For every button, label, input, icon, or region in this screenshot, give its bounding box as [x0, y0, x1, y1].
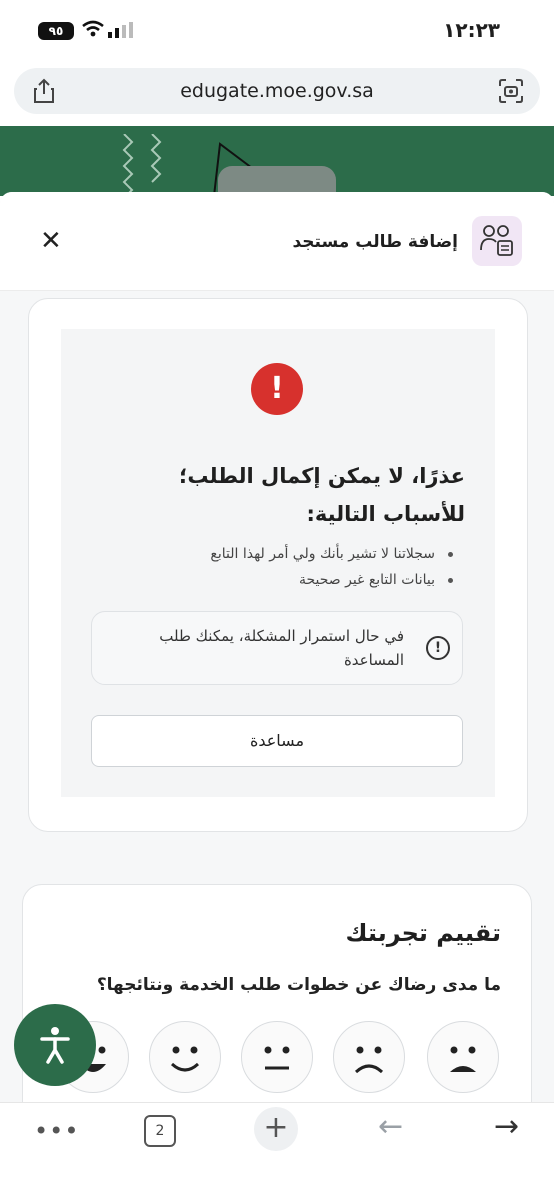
- neutral-face-icon[interactable]: [241, 1021, 313, 1093]
- page-scan-icon[interactable]: [498, 78, 524, 104]
- url-text: edugate.moe.gov.sa: [180, 80, 374, 102]
- browser-toolbar: ••• 2 + ← →: [0, 1102, 554, 1201]
- signal-icon: [108, 22, 133, 38]
- status-bar: ١٢:٢٣ ٩٥: [0, 0, 554, 62]
- battery-icon: ٩٥: [38, 22, 74, 40]
- back-arrow-icon[interactable]: ←: [378, 1109, 403, 1144]
- close-icon[interactable]: ✕: [40, 228, 62, 254]
- sheet-header: ✕ إضافة طالب مستجد: [0, 192, 554, 291]
- very-sad-face-icon[interactable]: [427, 1021, 499, 1093]
- help-note-text: في حال استمرار المشكلة، يمكنك طلب المساع…: [159, 627, 404, 669]
- sad-face-icon[interactable]: [333, 1021, 405, 1093]
- wifi-icon: [82, 20, 104, 37]
- error-panel: ! عذرًا، لا يمكن إكمال الطلب؛ للأسباب ال…: [61, 329, 495, 797]
- rating-question: ما مدى رضاك عن خطوات طلب الخدمة ونتائجها…: [96, 975, 501, 995]
- error-reason-item: سجلاتنا لا تشير بأنك ولي أمر لهذا التابع: [97, 541, 457, 567]
- error-card: ! عذرًا، لا يمكن إكمال الطلب؛ للأسباب ال…: [28, 298, 528, 832]
- forward-arrow-icon[interactable]: →: [494, 1109, 519, 1144]
- error-title: عذرًا، لا يمكن إكمال الطلب؛ للأسباب التا…: [178, 464, 465, 526]
- accessibility-icon: [40, 1027, 70, 1064]
- info-icon: !: [426, 636, 450, 660]
- add-student-icon: [472, 216, 522, 266]
- help-button[interactable]: مساعدة: [91, 715, 463, 767]
- error-reasons-list: سجلاتنا لا تشير بأنك ولي أمر لهذا التابع…: [97, 541, 457, 593]
- page-banner: [0, 126, 554, 196]
- tabs-button[interactable]: 2: [144, 1115, 176, 1147]
- error-alert-icon: !: [251, 363, 303, 415]
- accessibility-button[interactable]: [14, 1004, 96, 1086]
- rating-title: تقييم تجربتك: [345, 919, 501, 947]
- more-options-icon[interactable]: •••: [34, 1117, 79, 1145]
- help-note: في حال استمرار المشكلة، يمكنك طلب المساع…: [91, 611, 463, 685]
- status-time: ١٢:٢٣: [443, 18, 500, 42]
- bottom-sheet: ✕ إضافة طالب مستجد ! عذرًا، لا يمكن إكما…: [0, 192, 554, 1186]
- happy-face-icon[interactable]: [149, 1021, 221, 1093]
- sheet-title: إضافة طالب مستجد: [292, 232, 458, 252]
- new-tab-icon[interactable]: +: [254, 1107, 298, 1151]
- decor-zigzag-icon: [122, 134, 162, 196]
- address-bar[interactable]: edugate.moe.gov.sa: [14, 68, 540, 114]
- error-reason-item: بيانات التابع غير صحيحة: [97, 567, 457, 593]
